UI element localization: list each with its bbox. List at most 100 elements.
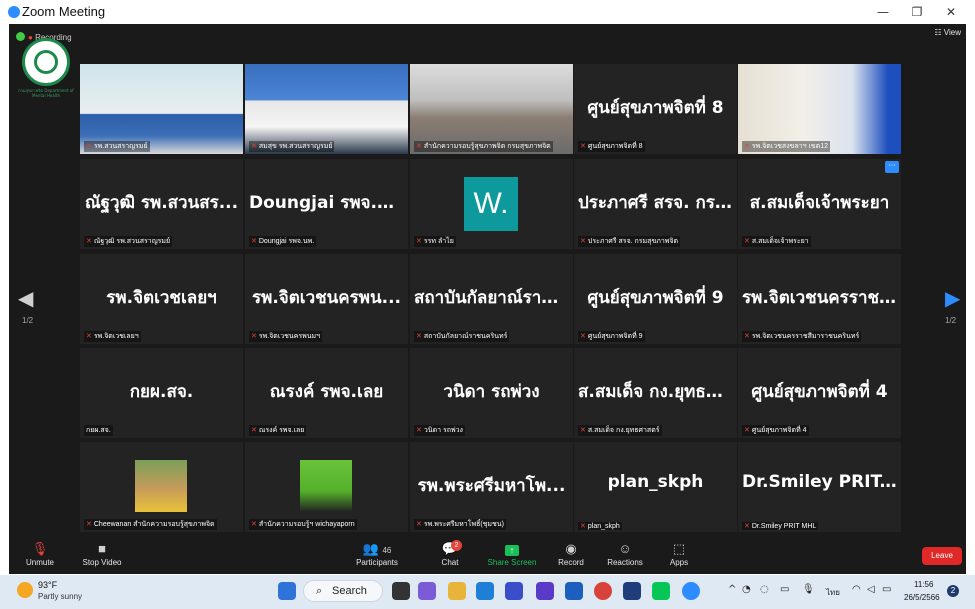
participant-tile[interactable]: ประภาศรี สรจ. กร... ✕ ประภาศรี สรจ. กรมสุข… bbox=[574, 159, 737, 249]
participant-name: ส.สมเด็จเจ้าพระยา bbox=[751, 238, 809, 245]
minimize-button[interactable]: — bbox=[868, 2, 898, 22]
participant-tile[interactable]: ✕ รพ.สวนสราญรมย์ bbox=[80, 64, 243, 154]
record-button[interactable]: ◉ Record bbox=[556, 540, 586, 567]
view-button[interactable]: ☷ View bbox=[934, 28, 961, 37]
participant-name-label: ✕ รพ.จิตเวชสงขลาฯ เขต12 bbox=[742, 141, 830, 152]
participant-name: Dr.Smiley PRIT MHL bbox=[751, 523, 817, 530]
tray-icon-3[interactable]: ▭ bbox=[780, 584, 789, 595]
unmute-button[interactable]: 🎙 Unmute bbox=[22, 540, 58, 567]
teams-chat-icon[interactable] bbox=[418, 582, 436, 600]
muted-mic-icon: ✕ bbox=[416, 238, 422, 245]
search-label: Search bbox=[332, 585, 367, 597]
battery-icon[interactable]: ▭ bbox=[882, 584, 891, 595]
stop-video-label: Stop Video bbox=[82, 558, 122, 567]
participant-tile[interactable]: วนิดา รถพ่วง ✕ วนิดา รถพ่วง bbox=[410, 348, 573, 438]
word-icon[interactable] bbox=[565, 582, 583, 600]
weather-temperature[interactable]: 93°F bbox=[38, 580, 57, 590]
speaker-icon[interactable]: ◁ bbox=[867, 584, 875, 595]
participant-tile[interactable]: กยผ.สจ. กยผ.สจ. bbox=[80, 348, 243, 438]
participant-tile[interactable]: รพ.จิตเวชนครราช... ✕ รพ.จิตเวชนครราชสีมารา… bbox=[738, 254, 901, 344]
reactions-button[interactable]: ☺ Reactions bbox=[606, 540, 644, 567]
participant-tile[interactable]: สถาบันกัลยาณ์ราช... ✕ สถาบันกัลยาณ์ราชนคริ… bbox=[410, 254, 573, 344]
participant-tile[interactable]: Dr.Smiley PRIT... ✕ Dr.Smiley PRIT MHL bbox=[738, 442, 901, 532]
participant-name-label: ✕ Cheewanan สำนักความรอบรู้สุขภาพจิต bbox=[84, 519, 217, 530]
weather-description[interactable]: Partly sunny bbox=[38, 592, 82, 601]
participant-name: ศูนย์สุขภาพจิตที่ 9 bbox=[587, 333, 643, 340]
participant-name: ส.สมเด็จ กง.ยุทธศาสตร์ bbox=[587, 427, 660, 434]
participant-name: กยผ.สจ. bbox=[86, 427, 111, 434]
zoom-taskbar-icon[interactable] bbox=[682, 582, 700, 600]
participant-tile[interactable]: ส.สมเด็จ กง.ยุทธศ... ✕ ส.สมเด็จ กง.ยุทธศาส… bbox=[574, 348, 737, 438]
participant-name-display: Doungjai รพจ.นพ. bbox=[249, 193, 404, 213]
participant-tile[interactable]: รพ.จิตเวชเลยฯ ✕ รพ.จิตเวชเลยฯ bbox=[80, 254, 243, 344]
muted-mic-icon: ✕ bbox=[580, 427, 586, 434]
participant-tile[interactable]: plan_skph ✕ plan_skph bbox=[574, 442, 737, 532]
participant-name: สถาบันกัลยาณ์ราชนครินทร์ bbox=[423, 333, 508, 340]
muted-mic-icon: ✕ bbox=[416, 427, 422, 434]
file-explorer-icon[interactable] bbox=[448, 582, 466, 600]
app-icon-2[interactable] bbox=[623, 582, 641, 600]
weather-sun-icon[interactable] bbox=[17, 582, 33, 598]
line-icon[interactable] bbox=[652, 582, 670, 600]
participant-name-display: กยผ.สจ. bbox=[129, 382, 194, 402]
task-view-icon[interactable] bbox=[392, 582, 410, 600]
apps-button[interactable]: ⬚ Apps bbox=[665, 540, 693, 567]
participant-tile[interactable]: รพ.จิตเวชนครพน... ✕ รพ.จิตเวชนครพนมฯ bbox=[245, 254, 408, 344]
participant-name-label: กยผ.สจ. bbox=[84, 425, 113, 436]
security-shield-icon[interactable] bbox=[16, 32, 25, 41]
stop-video-button[interactable]: ■ Stop Video bbox=[80, 540, 124, 567]
clock-date[interactable]: 26/5/2566 bbox=[904, 593, 940, 602]
start-windows-icon[interactable] bbox=[278, 582, 296, 600]
participant-name-display: Dr.Smiley PRIT... bbox=[742, 472, 897, 492]
chrome-icon[interactable] bbox=[594, 582, 612, 600]
participants-button[interactable]: 👥 46 Participants bbox=[353, 540, 401, 567]
participant-tile[interactable]: ศูนย์สุขภาพจิตที่ 9 ✕ ศูนย์สุขภาพจิตที่ 9 bbox=[574, 254, 737, 344]
more-options-button[interactable]: ··· bbox=[885, 161, 899, 173]
tray-overflow-icon[interactable]: ^ bbox=[728, 584, 736, 595]
participant-tile[interactable]: ✕ รพ.จิตเวชสงขลาฯ เขต12 bbox=[738, 64, 901, 154]
participant-tile[interactable]: รพ.พระศรีมหาโพ... ✕ รพ.พระศรีมหาโพธิ์(ชุมช… bbox=[410, 442, 573, 532]
participant-name-label: ✕ ศูนย์สุขภาพจิตที่ 8 bbox=[578, 141, 645, 152]
notification-badge[interactable]: 2 bbox=[947, 585, 959, 597]
muted-mic-icon: ✕ bbox=[86, 521, 92, 528]
participant-tile[interactable]: ณรงค์ รพจ.เลย ✕ ณรงค์ รพจ.เลย bbox=[245, 348, 408, 438]
muted-mic-icon: ✕ bbox=[251, 238, 257, 245]
participant-name-label: ✕ ศูนย์สุขภาพจิตที่ 4 bbox=[742, 425, 809, 436]
participant-tile[interactable]: ณัฐวุฒิ รพ.สวนสร... ✕ ณัฐวุฒิ รพ.สวนสราญรม… bbox=[80, 159, 243, 249]
participant-name: รพ.จิตเวชนครพนมฯ bbox=[258, 333, 321, 340]
participant-name: สมสุข รพ.สวนสราญรมย์ bbox=[258, 143, 333, 150]
edge-browser-icon[interactable] bbox=[476, 582, 494, 600]
participant-tile[interactable]: Doungjai รพจ.นพ. ✕ Doungjai รพจ.นพ. bbox=[245, 159, 408, 249]
close-button[interactable]: ✕ bbox=[936, 2, 966, 22]
participant-tile[interactable]: ศูนย์สุขภาพจิตที่ 8 ✕ ศูนย์สุขภาพจิตที่ 8 bbox=[574, 64, 737, 154]
store-icon[interactable] bbox=[505, 582, 523, 600]
participant-tile[interactable]: ✕ สำนักความรอบรู้สุขภาพจิต กรมสุขภาพจิต bbox=[410, 64, 573, 154]
share-screen-button[interactable]: ↑ Share Screen bbox=[486, 540, 538, 567]
tray-icon[interactable]: ◔ bbox=[742, 584, 751, 595]
participant-tile[interactable]: ✕ สมสุข รพ.สวนสราญรมย์ bbox=[245, 64, 408, 154]
participant-tile[interactable]: ศูนย์สุขภาพจิตที่ 4 ✕ ศูนย์สุขภาพจิตที่ 4 bbox=[738, 348, 901, 438]
leave-button[interactable]: Leave bbox=[922, 547, 962, 565]
tray-icon-2[interactable]: ◌ bbox=[760, 584, 769, 595]
participant-tile[interactable]: ✕ สำนักความรอบรู้ฯ wichayaporn bbox=[245, 442, 408, 532]
microphone-tray-icon[interactable]: 🎙 bbox=[802, 584, 815, 595]
search-icon: ⌕ bbox=[316, 584, 323, 597]
participant-name-display: รพ.พระศรีมหาโพ... bbox=[417, 476, 566, 496]
participant-tile[interactable]: ส.สมเด็จเจ้าพระยา ··· ✕ ส.สมเด็จเจ้าพระยา bbox=[738, 159, 901, 249]
participant-name: วนิดา รถพ่วง bbox=[423, 427, 463, 434]
clock-time[interactable]: 11:56 bbox=[914, 580, 933, 589]
page-indicator-left: 1/2 bbox=[22, 316, 34, 325]
app-icon[interactable] bbox=[536, 582, 554, 600]
maximize-button[interactable]: ❐ bbox=[902, 2, 932, 22]
language-indicator[interactable]: ไทย bbox=[826, 586, 840, 599]
taskbar-search-box[interactable]: ⌕ Search bbox=[303, 580, 383, 602]
participant-name: ศูนย์สุขภาพจิตที่ 8 bbox=[587, 143, 643, 150]
participant-name-label: ✕ สำนักความรอบรู้สุขภาพจิต กรมสุขภาพจิต bbox=[414, 141, 553, 152]
next-page-arrow-icon[interactable]: ▶ bbox=[945, 286, 960, 310]
muted-mic-icon: ✕ bbox=[416, 521, 422, 528]
share-screen-label: Share Screen bbox=[487, 558, 537, 567]
previous-page-arrow-icon[interactable]: ◀ bbox=[18, 286, 33, 310]
wifi-icon[interactable]: ◠ bbox=[852, 584, 861, 595]
participant-tile[interactable]: W. ✕ รรท ลำไย bbox=[410, 159, 573, 249]
participant-tile[interactable]: ✕ Cheewanan สำนักความรอบรู้สุขภาพจิต bbox=[80, 442, 243, 532]
